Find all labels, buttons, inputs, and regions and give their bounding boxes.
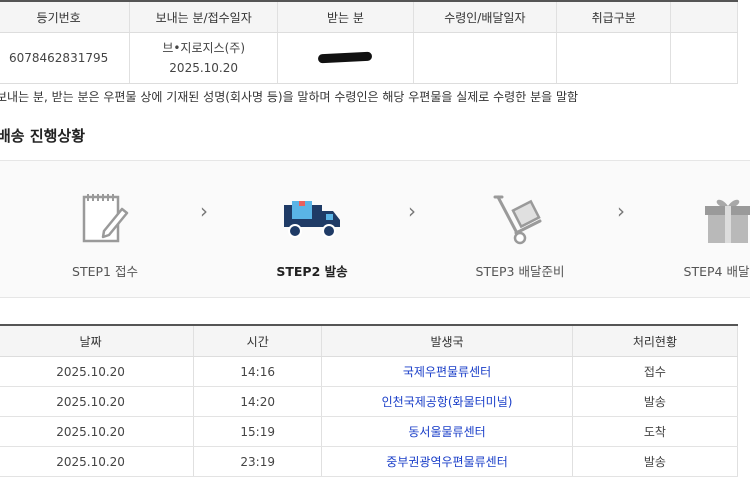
office-cell: 국제우편물류센터 <box>321 356 573 387</box>
date-cell: 2025.10.20 <box>0 446 195 477</box>
header-time: 시간 <box>193 324 323 357</box>
step-3-label: STEP3 배달준비 <box>475 264 565 279</box>
status-cell: 발송 <box>572 446 739 477</box>
header-reg-no: 등기번호 <box>0 0 131 33</box>
office-cell: 동서울물류센터 <box>321 416 573 447</box>
date-cell: 2025.10.20 <box>0 356 195 387</box>
table-row: 2025.10.20 14:20 인천국제공항(화물터미널) 발송 <box>0 386 739 417</box>
office-cell: 인천국제공항(화물터미널) <box>321 386 573 417</box>
date-cell: 2025.10.20 <box>0 386 195 417</box>
mail-info-table: 등기번호 보내는 분/접수일자 받는 분 수령인/배달일자 취급구분 60784… <box>0 0 738 84</box>
progress-steps: STEP1 접수 › STEP2 발송 › STEP3 배달준비 › STEP4… <box>0 160 750 298</box>
recipient-date-cell <box>413 32 557 84</box>
office-link[interactable]: 중부권광역우편물류센터 <box>386 455 507 469</box>
accept-date: 2025.10.20 <box>169 61 239 75</box>
header-date: 날짜 <box>0 324 195 357</box>
time-cell: 23:19 <box>193 446 323 477</box>
step-1-label: STEP1 접수 <box>72 264 138 279</box>
chevron-right-icon: › <box>408 199 416 223</box>
tracking-header-row: 날짜 시간 발생국 처리현황 <box>0 324 739 357</box>
handling-cell <box>556 32 672 84</box>
gift-box-icon <box>698 189 750 249</box>
sender-receiver-note: 보내는 분, 받는 분은 우편물 상에 기재된 성명(회사명 등)을 말하며 수… <box>0 90 579 104</box>
time-cell: 14:20 <box>193 386 323 417</box>
office-link[interactable]: 인천국제공항(화물터미널) <box>382 395 513 409</box>
table-row: 2025.10.20 23:19 중부권광역우편물류센터 발송 <box>0 446 739 477</box>
sender-name: 브•지로지스(주) <box>162 41 245 55</box>
truck-icon <box>282 189 342 249</box>
header-status: 처리현황 <box>572 324 739 357</box>
reg-no-cell: 6078462831795 <box>0 32 131 84</box>
progress-title: 배송 진행상황 <box>0 127 86 145</box>
header-recipient: 수령인/배달일자 <box>413 0 557 33</box>
info-row: 6078462831795 브•지로지스(주) 2025.10.20 <box>0 32 738 84</box>
redaction-mark <box>318 51 373 64</box>
header-handling: 취급구분 <box>556 0 672 33</box>
header-office: 발생국 <box>321 324 573 357</box>
sender-cell: 브•지로지스(주) 2025.10.20 <box>129 32 279 84</box>
info-header-row: 등기번호 보내는 분/접수일자 받는 분 수령인/배달일자 취급구분 <box>0 0 738 33</box>
step-2-label: STEP2 발송 <box>276 264 348 279</box>
header-extra <box>670 0 738 33</box>
office-link[interactable]: 동서울물류센터 <box>408 425 485 439</box>
header-receiver: 받는 분 <box>277 0 414 33</box>
status-cell: 도착 <box>572 416 739 447</box>
tracking-table: 날짜 시간 발생국 처리현황 2025.10.20 14:16 국제우편물류센터… <box>0 324 739 477</box>
hand-cart-icon <box>490 189 550 249</box>
extra-cell <box>670 32 738 84</box>
office-link[interactable]: 국제우편물류센터 <box>403 365 491 379</box>
notepad-icon <box>75 189 135 249</box>
status-cell: 발송 <box>572 386 739 417</box>
date-cell: 2025.10.20 <box>0 416 195 447</box>
receiver-cell <box>277 32 414 84</box>
header-sender: 보내는 분/접수일자 <box>129 0 279 33</box>
table-row: 2025.10.20 15:19 동서울물류센터 도착 <box>0 416 739 447</box>
time-cell: 15:19 <box>193 416 323 447</box>
time-cell: 14:16 <box>193 356 323 387</box>
step-4-label: STEP4 배달완료 <box>683 264 750 279</box>
status-cell: 접수 <box>572 356 739 387</box>
table-row: 2025.10.20 14:16 국제우편물류센터 접수 <box>0 356 739 387</box>
office-cell: 중부권광역우편물류센터 <box>321 446 573 477</box>
chevron-right-icon: › <box>200 199 208 223</box>
chevron-right-icon: › <box>617 199 625 223</box>
